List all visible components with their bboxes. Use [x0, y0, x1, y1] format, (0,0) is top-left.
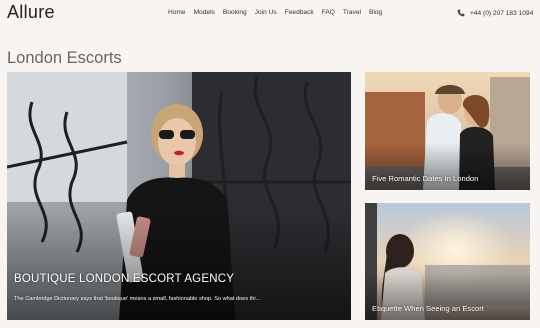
nav-booking[interactable]: Booking — [223, 9, 247, 16]
nav-feedback[interactable]: Feedback — [285, 9, 314, 16]
page-title: London Escorts — [7, 49, 122, 68]
nav-join-us[interactable]: Join Us — [255, 9, 277, 16]
article-image-romantic-dates — [365, 72, 530, 190]
nav-models[interactable]: Models — [194, 9, 215, 16]
nav-home[interactable]: Home — [168, 9, 186, 16]
nav-travel[interactable]: Travel — [343, 9, 361, 16]
main-nav: Home Models Booking Join Us Feedback FAQ… — [168, 9, 390, 16]
featured-article-excerpt: The Cambridge Dictionary says that 'bout… — [14, 296, 261, 302]
article-card-romantic-dates[interactable]: Five Romantic Dates In London — [365, 72, 530, 190]
site-header: Allure Home Models Booking Join Us Feedb… — [0, 0, 540, 30]
article-card-etiquette[interactable]: Etiquette When Seeing an Escort — [365, 203, 530, 320]
nav-faq[interactable]: FAQ — [322, 9, 335, 16]
featured-article-card[interactable]: BOUTIQUE LONDON ESCORT AGENCY The Cambri… — [7, 72, 351, 320]
article-title-romantic-dates[interactable]: Five Romantic Dates In London — [372, 174, 478, 183]
article-title-etiquette[interactable]: Etiquette When Seeing an Escort — [372, 304, 484, 313]
featured-article-title[interactable]: BOUTIQUE LONDON ESCORT AGENCY — [14, 273, 234, 285]
phone-icon — [457, 9, 465, 17]
nav-blog[interactable]: Blog — [369, 9, 382, 16]
article-image-etiquette — [365, 203, 530, 320]
phone-number: +44 (0) 207 183 1094 — [470, 9, 534, 17]
phone-link[interactable]: +44 (0) 207 183 1094 — [457, 9, 533, 17]
site-logo[interactable]: Allure — [7, 2, 55, 23]
